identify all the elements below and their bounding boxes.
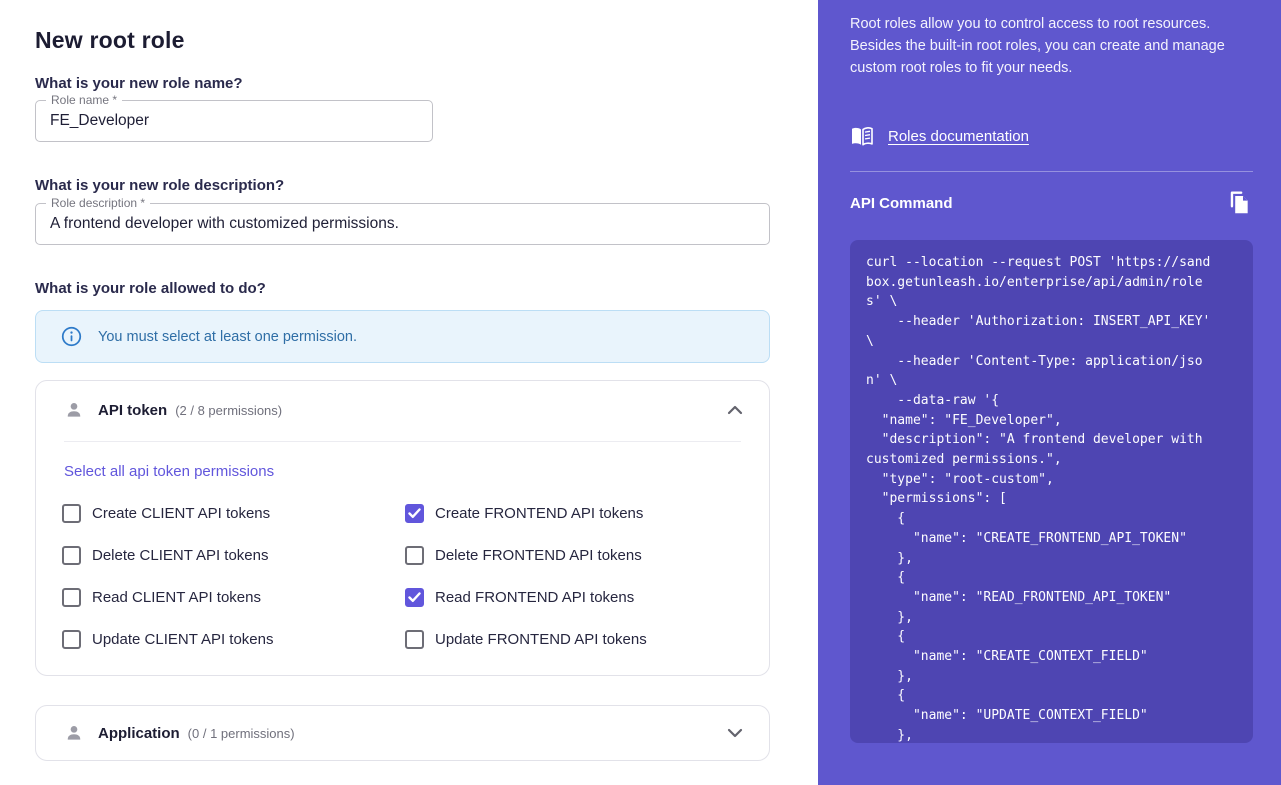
permission-group-application: Application (0 / 1 permissions) — [35, 705, 770, 761]
chevron-down-icon[interactable] — [727, 728, 743, 738]
permission-checkbox-grid: Create CLIENT API tokens Create FRONTEND … — [62, 492, 752, 660]
role-description-input[interactable] — [36, 204, 769, 244]
application-group-header[interactable]: Application (0 / 1 permissions) — [36, 706, 769, 760]
docs-link-row: Roles documentation — [850, 126, 1029, 147]
checkbox-label: Create FRONTEND API tokens — [435, 505, 643, 522]
role-description-question: What is your new role description? — [35, 177, 284, 194]
group-title: API token — [98, 402, 167, 419]
checkbox-unchecked[interactable] — [405, 546, 424, 565]
checkbox-checked[interactable] — [405, 504, 424, 523]
role-name-field-label: Role name * — [46, 93, 122, 107]
api-command-code: curl --location --request POST 'https://… — [866, 253, 1237, 743]
role-name-input[interactable] — [36, 101, 432, 141]
root-roles-intro-text: Root roles allow you to control access t… — [850, 13, 1246, 79]
info-icon — [61, 326, 82, 347]
role-name-field: Role name * — [35, 100, 433, 142]
permission-checkbox-create-client-api-tokens[interactable]: Create CLIENT API tokens — [62, 504, 405, 523]
select-all-api-token-permissions-link[interactable]: Select all api token permissions — [64, 463, 274, 480]
group-count: (2 / 8 permissions) — [175, 403, 282, 418]
person-icon — [64, 400, 84, 420]
permission-info-alert: You must select at least one permission. — [35, 310, 770, 363]
permission-checkbox-delete-frontend-api-tokens[interactable]: Delete FRONTEND API tokens — [405, 546, 752, 565]
permission-checkbox-update-frontend-api-tokens[interactable]: Update FRONTEND API tokens — [405, 630, 752, 649]
permission-checkbox-create-frontend-api-tokens[interactable]: Create FRONTEND API tokens — [405, 504, 752, 523]
group-title: Application — [98, 725, 180, 742]
page-title: New root role — [35, 27, 185, 54]
divider — [850, 171, 1253, 172]
roles-documentation-link[interactable]: Roles documentation — [888, 128, 1029, 145]
chevron-up-icon[interactable] — [727, 405, 743, 415]
checkbox-label: Read FRONTEND API tokens — [435, 589, 634, 606]
permission-checkbox-update-client-api-tokens[interactable]: Update CLIENT API tokens — [62, 630, 405, 649]
role-description-field-label: Role description * — [46, 196, 150, 210]
alert-text: You must select at least one permission. — [98, 329, 357, 345]
group-count: (0 / 1 permissions) — [188, 726, 295, 741]
checkbox-unchecked[interactable] — [62, 588, 81, 607]
api-command-code-block[interactable]: curl --location --request POST 'https://… — [850, 240, 1253, 743]
role-description-field: Role description * — [35, 203, 770, 245]
checkbox-unchecked[interactable] — [62, 630, 81, 649]
help-sidebar: Root roles allow you to control access t… — [818, 0, 1281, 785]
api-token-group-header[interactable]: API token (2 / 8 permissions) — [36, 381, 769, 439]
permission-checkbox-read-frontend-api-tokens[interactable]: Read FRONTEND API tokens — [405, 588, 752, 607]
checkbox-label: Update FRONTEND API tokens — [435, 631, 647, 648]
checkbox-checked[interactable] — [405, 588, 424, 607]
checkbox-label: Create CLIENT API tokens — [92, 505, 270, 522]
checkbox-unchecked[interactable] — [62, 546, 81, 565]
role-name-question: What is your new role name? — [35, 75, 243, 92]
new-root-role-form-panel: New root role What is your new role name… — [0, 0, 818, 785]
api-command-header: API Command — [850, 188, 1253, 218]
permission-checkbox-delete-client-api-tokens[interactable]: Delete CLIENT API tokens — [62, 546, 405, 565]
permissions-question: What is your role allowed to do? — [35, 280, 266, 297]
checkbox-unchecked[interactable] — [62, 504, 81, 523]
book-icon — [850, 126, 874, 147]
checkbox-label: Delete FRONTEND API tokens — [435, 547, 642, 564]
checkbox-label: Read CLIENT API tokens — [92, 589, 261, 606]
copy-icon — [1226, 190, 1252, 216]
divider — [64, 441, 741, 442]
permission-group-api-token: API token (2 / 8 permissions) Select all… — [35, 380, 770, 676]
person-icon — [64, 723, 84, 743]
permission-checkbox-read-client-api-tokens[interactable]: Read CLIENT API tokens — [62, 588, 405, 607]
api-command-title: API Command — [850, 195, 953, 212]
checkbox-label: Delete CLIENT API tokens — [92, 547, 268, 564]
copy-api-command-button[interactable] — [1225, 189, 1253, 217]
checkbox-label: Update CLIENT API tokens — [92, 631, 274, 648]
checkbox-unchecked[interactable] — [405, 630, 424, 649]
